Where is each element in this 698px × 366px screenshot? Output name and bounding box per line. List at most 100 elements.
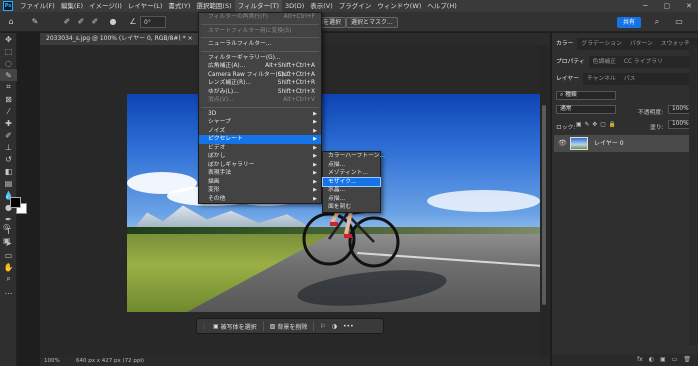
status-arrow-icon[interactable]: › <box>140 357 142 366</box>
layer-style-icon[interactable]: fx <box>637 354 643 366</box>
maximize-icon[interactable]: ▢ <box>664 0 671 12</box>
subtract-selection-icon[interactable]: ✐ <box>90 17 100 27</box>
new-layer-icon[interactable]: ▭ <box>672 354 678 366</box>
group-icon[interactable]: ▣ <box>660 354 666 366</box>
quick-mask-icon[interactable]: ◎ <box>3 222 13 232</box>
adjust-icon[interactable]: ◑ <box>332 323 337 330</box>
menu-select[interactable]: 選択範囲(S) <box>193 0 234 12</box>
submenu-item-mezzotint[interactable]: メゾティント... <box>323 169 380 178</box>
zoom-tool-icon[interactable]: ⌕ <box>0 273 17 285</box>
menu-item-vanishing-point[interactable]: 消点(V)... Alt+Ctrl+V <box>199 96 321 105</box>
brush-preset-icon[interactable]: ✎ <box>30 17 40 27</box>
menu-file[interactable]: ファイル(F) <box>17 0 58 12</box>
search-icon[interactable]: ⌕ <box>652 17 662 27</box>
menu-type[interactable]: 書式(Y) <box>165 0 193 12</box>
submenu-item-mosaic[interactable]: モザイク... <box>322 176 381 187</box>
menu-item-pixelate[interactable]: ピクセレート ▶ <box>199 135 321 144</box>
share-button[interactable]: 共有 <box>617 17 641 28</box>
tab-patterns[interactable]: パターン <box>626 38 657 50</box>
menu-item-stylize[interactable]: 表現手法 ▶ <box>199 169 321 178</box>
angle-field[interactable]: 0° <box>140 16 166 28</box>
tab-gradients[interactable]: グラデーション <box>577 38 625 50</box>
menu-3d[interactable]: 3D(D) <box>282 0 307 12</box>
submenu-item-crystal[interactable]: 水晶... <box>323 186 380 195</box>
menu-item-lens-correction[interactable]: レンズ補正(R)... Shift+Ctrl+R <box>199 79 321 88</box>
tab-channels[interactable]: チャンネル <box>583 73 620 85</box>
home-icon[interactable]: ⌂ <box>6 17 16 27</box>
menu-item-liquify[interactable]: ゆがみ(L)... Shift+Ctrl+X <box>199 88 321 97</box>
clone-stamp-tool-icon[interactable]: ⊥ <box>0 141 17 153</box>
eraser-tool-icon[interactable]: ◧ <box>0 165 17 177</box>
brush-tool-icon[interactable]: ✐ <box>0 129 17 141</box>
more-options-button[interactable]: ••• <box>343 323 354 330</box>
layer-name[interactable]: レイヤー 0 <box>594 135 624 152</box>
menu-item-noise[interactable]: ノイズ ▶ <box>199 127 321 136</box>
workspace-icon[interactable]: ▭ <box>674 17 684 27</box>
healing-brush-tool-icon[interactable]: ✚ <box>0 117 17 129</box>
history-brush-tool-icon[interactable]: ↺ <box>0 153 17 165</box>
menu-edit[interactable]: 編集(E) <box>58 0 86 12</box>
new-selection-icon[interactable]: ✐ <box>62 17 72 27</box>
menu-item-convert-smart-filter[interactable]: スマートフィルター用に変換(S) <box>199 27 321 36</box>
adjustment-layer-icon[interactable]: ◐ <box>649 354 654 366</box>
menu-item-distort[interactable]: 変形 ▶ <box>199 186 321 195</box>
tab-properties[interactable]: プロパティ <box>552 56 589 68</box>
drag-handle-icon[interactable]: ⋮ <box>201 323 207 330</box>
menu-item-adaptive-wide-angle[interactable]: 広角補正(A)... Alt+Shift+Ctrl+A <box>199 62 321 71</box>
close-icon[interactable]: ✕ <box>686 0 692 12</box>
menu-plugins[interactable]: プラグイン <box>336 0 375 12</box>
tab-layers[interactable]: レイヤー <box>552 73 584 85</box>
menu-item-blur-gallery[interactable]: ぼかしギャラリー ▶ <box>199 161 321 170</box>
frame-tool-icon[interactable]: ⊠ <box>0 93 17 105</box>
move-tool-icon[interactable]: ✥ <box>0 33 17 45</box>
menu-item-camera-raw[interactable]: Camera Raw フィルター(C)... Shift+Ctrl+A <box>199 71 321 80</box>
rectangle-tool-icon[interactable]: ▭ <box>0 249 17 261</box>
menu-item-repeat-filter[interactable]: フィルターの再実行(F) Alt+Ctrl+F <box>199 13 321 22</box>
lock-icons[interactable]: ▣✎✥▢🔒 <box>576 122 619 128</box>
submenu-item-facet[interactable]: 面を刻む <box>323 203 380 212</box>
menu-item-neural-filters[interactable]: ニューラルフィルター... <box>199 40 321 49</box>
menu-filter[interactable]: フィルター(T) <box>234 0 283 12</box>
menu-help[interactable]: ヘルプ(H) <box>424 0 459 12</box>
crop-tool-icon[interactable]: ⌗ <box>0 81 17 93</box>
menu-item-render[interactable]: 描画 ▶ <box>199 178 321 187</box>
quick-selection-tool-icon[interactable]: ✎ <box>0 69 17 81</box>
foreground-color-swatch[interactable] <box>10 197 21 208</box>
tab-paths[interactable]: パス <box>620 73 640 85</box>
marquee-tool-icon[interactable]: ⬚ <box>0 45 17 57</box>
menu-item-3d[interactable]: 3D ▶ <box>199 110 321 119</box>
submenu-item-color-halftone[interactable]: カラーハーフトーン... <box>323 152 385 161</box>
menu-item-filter-gallery[interactable]: フィルターギャラリー(G)... <box>199 54 321 63</box>
context-select-subject-button[interactable]: ▣ 被写体を選択 <box>213 322 257 331</box>
menu-image[interactable]: イメージ(I) <box>86 0 125 12</box>
gradient-tool-icon[interactable]: ▤ <box>0 177 17 189</box>
menu-window[interactable]: ウィンドウ(W) <box>374 0 424 12</box>
menu-item-video[interactable]: ビデオ ▶ <box>199 144 321 153</box>
opacity-field[interactable]: 100% <box>668 105 690 114</box>
vertical-scrollbar[interactable] <box>540 45 548 357</box>
fill-field[interactable]: 100% <box>668 120 690 129</box>
select-and-mask-button[interactable]: 選択とマスク... <box>346 17 398 28</box>
layer-row[interactable]: 👁 レイヤー 0 <box>554 135 692 152</box>
blend-mode-select[interactable]: 通常 <box>556 105 616 114</box>
layer-kind-filter[interactable]: ⌕ 種類 <box>556 91 616 100</box>
tab-cc-libraries[interactable]: CC ライブラリ <box>620 56 667 68</box>
generate-icon[interactable]: ⚐ <box>320 323 325 330</box>
menu-item-sharpen[interactable]: シャープ ▶ <box>199 118 321 127</box>
submenu-item-crystallize[interactable]: 点描... <box>323 161 380 170</box>
visibility-eye-icon[interactable]: 👁 <box>558 135 567 152</box>
document-tab[interactable]: 2033034_s.jpg @ 100% (レイヤー 0, RGB/8#) * … <box>40 33 199 45</box>
trash-icon[interactable]: 🗑 <box>683 354 691 366</box>
remove-background-button[interactable]: ▨ 背景を削除 <box>270 322 308 331</box>
hand-tool-icon[interactable]: ✋ <box>0 261 17 273</box>
submenu-item-pointillize[interactable]: 点描... <box>323 195 380 204</box>
add-selection-icon[interactable]: ✐ <box>76 17 86 27</box>
eyedropper-tool-icon[interactable]: ⁄ <box>0 105 17 117</box>
menu-item-other[interactable]: その他 ▶ <box>199 195 321 204</box>
brush-size-icon[interactable]: ● <box>108 17 118 27</box>
menu-layer[interactable]: レイヤー(L) <box>125 0 166 12</box>
tab-color[interactable]: カラー <box>552 38 578 50</box>
menu-item-blur[interactable]: ぼかし ▶ <box>199 152 321 161</box>
lasso-tool-icon[interactable]: ◌ <box>0 57 17 69</box>
menu-view[interactable]: 表示(V) <box>307 0 336 12</box>
